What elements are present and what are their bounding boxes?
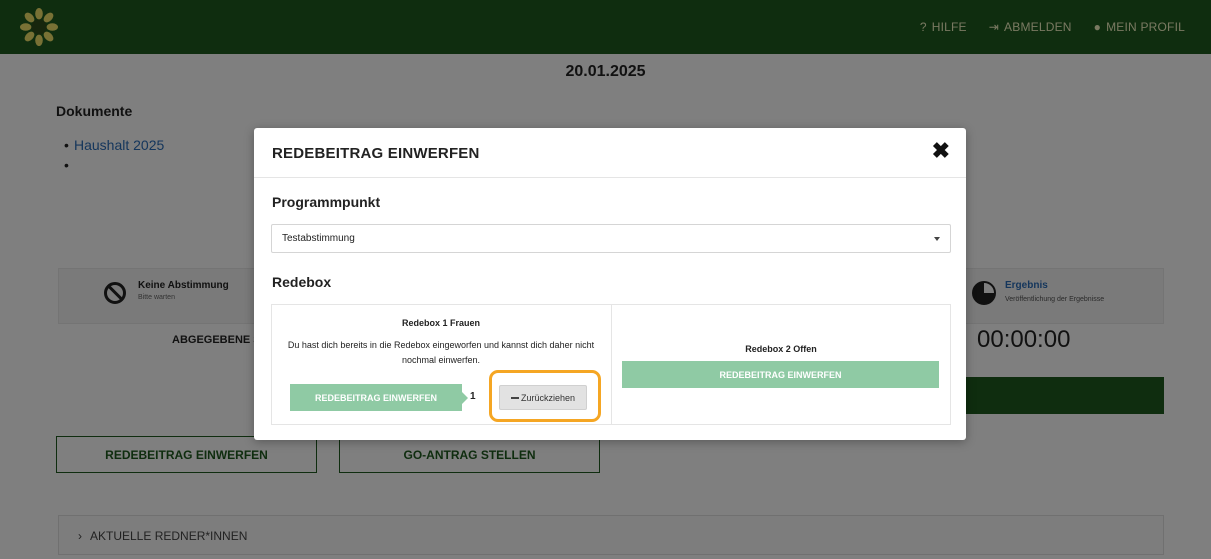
- highlight-annotation: [489, 370, 601, 422]
- redebox-section-title: Redebox: [272, 274, 332, 290]
- speech-modal: REDEBEITRAG EINWERFEN ✖ Programmpunkt Te…: [254, 128, 966, 440]
- close-icon[interactable]: ✖: [932, 138, 950, 164]
- program-select-value: Testabstimmung: [282, 233, 355, 244]
- chevron-down-icon: [934, 237, 940, 241]
- program-section-title: Programmpunkt: [272, 194, 381, 210]
- redebox-1-message: Du hast dich bereits in die Redebox eing…: [287, 340, 595, 365]
- modal-header: REDEBEITRAG EINWERFEN ✖: [254, 128, 966, 178]
- redebox-2-submit-button[interactable]: REDEBEITRAG EINWERFEN: [622, 361, 939, 388]
- redebox-1-title: Redebox 1 Frauen: [401, 318, 481, 328]
- redebox-1-submit-button[interactable]: REDEBEITRAG EINWERFEN: [290, 384, 468, 411]
- redebox-1-count: 1: [470, 391, 476, 402]
- redebox-2-title: Redebox 2 Offen: [745, 344, 817, 354]
- program-select[interactable]: Testabstimmung: [271, 224, 951, 253]
- redebox-divider: [611, 304, 612, 425]
- modal-title: REDEBEITRAG EINWERFEN: [272, 145, 480, 162]
